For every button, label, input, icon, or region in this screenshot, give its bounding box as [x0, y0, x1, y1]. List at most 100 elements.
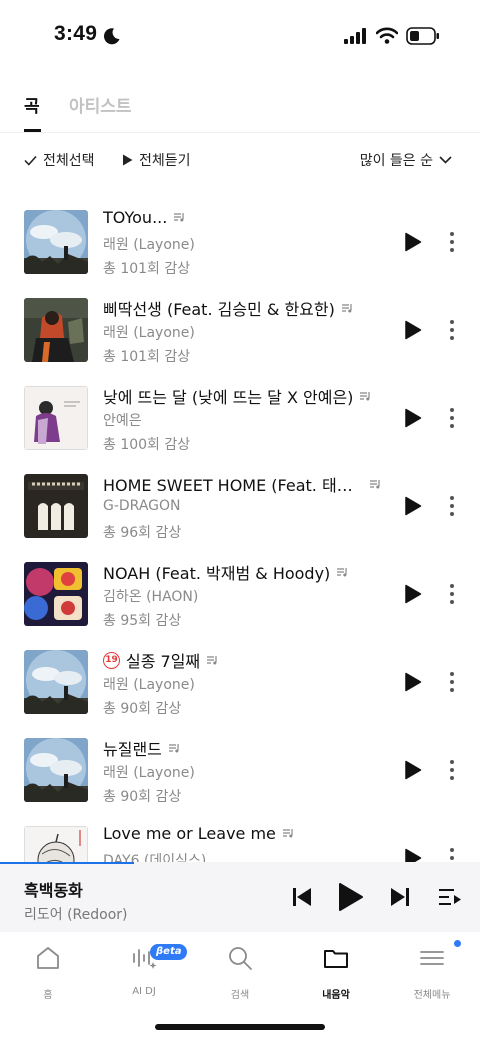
next-track-icon[interactable] — [390, 886, 410, 908]
more-options-icon[interactable] — [444, 230, 460, 254]
checkmark-icon — [24, 155, 37, 166]
album-art-image — [24, 210, 88, 274]
tab-songs[interactable]: 곡 — [24, 92, 40, 117]
song-title-row: 뉴질랜드 — [103, 736, 393, 760]
nav-full-menu[interactable]: 전체메뉴 — [384, 940, 480, 1006]
song-artist: 래원 (Layone) — [103, 325, 195, 341]
home-indicator[interactable] — [155, 1024, 325, 1030]
song-row[interactable]: 삐딱선생 (Feat. 김승민 & 한요한) 래원 (Layone) 총 101… — [0, 286, 480, 374]
song-title: HOME SWEET HOME (Feat. 태… — [103, 476, 353, 495]
song-title: TOYou... — [103, 208, 168, 227]
play-song-icon[interactable] — [404, 672, 422, 692]
list-toolbar: 전체선택 전체듣기 많이 들은 순 — [0, 140, 480, 180]
select-all-button[interactable]: 전체선택 — [24, 150, 95, 170]
status-bar: 3:49 — [0, 0, 480, 72]
song-artist: 래원 (Layone) — [103, 677, 195, 693]
album-art[interactable] — [24, 650, 88, 714]
lyrics-icon[interactable] — [168, 743, 180, 754]
mini-player[interactable]: 흑백동화 리도어 (Redoor) — [0, 862, 480, 932]
menu-icon — [420, 951, 444, 965]
sort-label: 많이 들은 순 — [359, 153, 433, 169]
play-song-icon[interactable] — [404, 848, 422, 862]
song-title: 삐딱선생 (Feat. 김승민 & 한요한) — [103, 300, 335, 319]
song-artist: 안예은 — [103, 413, 142, 429]
lyrics-icon[interactable] — [336, 567, 348, 578]
play-icon — [123, 154, 133, 166]
tab-artists[interactable]: 아티스트 — [69, 92, 132, 117]
more-options-icon[interactable] — [444, 318, 460, 342]
nav-home[interactable]: 홈 — [0, 940, 96, 1006]
select-all-label: 전체선택 — [43, 153, 95, 169]
previous-track-icon[interactable] — [292, 886, 312, 908]
play-song-icon[interactable] — [404, 408, 422, 428]
song-row[interactable]: 19 실종 7일째 래원 (Layone) 총 90회 감상 — [0, 638, 480, 726]
playlist-queue-icon[interactable] — [438, 887, 462, 907]
more-options-icon[interactable] — [444, 494, 460, 518]
nav-my-music[interactable]: 내음악 — [288, 940, 384, 1006]
album-art[interactable] — [24, 210, 88, 274]
play-icon[interactable] — [338, 882, 364, 912]
wifi-icon — [376, 27, 398, 44]
nav-label: 전체메뉴 — [413, 990, 451, 1001]
folder-icon — [324, 950, 348, 968]
now-playing-artist: 리도어 (Redoor) — [24, 907, 128, 923]
album-art[interactable] — [24, 474, 88, 538]
more-options-icon[interactable] — [444, 582, 460, 606]
album-art-image — [24, 386, 88, 450]
nav-label: 내음악 — [322, 990, 350, 1001]
play-all-button[interactable]: 전체듣기 — [122, 150, 191, 170]
album-art[interactable] — [24, 298, 88, 362]
lyrics-icon[interactable] — [359, 391, 371, 402]
lyrics-icon[interactable] — [369, 479, 381, 490]
song-row[interactable]: NOAH (Feat. 박재범 & Hoody) 김하온 (HAON) 총 95… — [0, 550, 480, 638]
bottom-navigation: 홈 βeta AI DJ 검색 내음악 전체메뉴 — [0, 932, 480, 1041]
more-options-icon[interactable] — [444, 846, 460, 862]
play-song-icon[interactable] — [404, 320, 422, 340]
album-art-image — [24, 474, 88, 538]
more-options-icon[interactable] — [444, 406, 460, 430]
song-row[interactable]: Love me or Leave me DAY6 (데이식스) — [0, 814, 480, 862]
song-row[interactable]: 뉴질랜드 래원 (Layone) 총 90회 감상 — [0, 726, 480, 814]
album-art[interactable] — [24, 738, 88, 802]
song-title: NOAH (Feat. 박재범 & Hoody) — [103, 564, 331, 583]
album-art[interactable] — [24, 826, 88, 862]
song-play-count: 총 100회 감상 — [103, 437, 191, 453]
more-options-icon[interactable] — [444, 670, 460, 694]
lyrics-icon[interactable] — [206, 655, 218, 666]
lyrics-icon[interactable] — [282, 828, 294, 839]
song-play-count: 총 90회 감상 — [103, 789, 182, 805]
battery-icon — [406, 27, 439, 45]
chevron-down-icon — [439, 156, 452, 164]
album-art[interactable] — [24, 562, 88, 626]
nav-ai-dj[interactable]: βeta AI DJ — [96, 940, 192, 1006]
album-art-image — [24, 738, 88, 802]
nav-label: AI DJ — [132, 986, 156, 997]
album-art[interactable] — [24, 386, 88, 450]
nav-search[interactable]: 검색 — [192, 940, 288, 1006]
song-artist: 김하온 (HAON) — [103, 589, 199, 605]
lyrics-icon[interactable] — [341, 303, 353, 314]
song-play-count: 총 96회 감상 — [103, 525, 182, 541]
sort-dropdown[interactable]: 많이 들은 순 — [360, 150, 452, 170]
active-tab-indicator — [24, 129, 41, 132]
song-title: 낮에 뜨는 달 (낮에 뜨는 달 X 안예은) — [103, 388, 354, 407]
more-options-icon[interactable] — [444, 758, 460, 782]
song-play-count: 총 101회 감상 — [103, 349, 191, 365]
song-row[interactable]: HOME SWEET HOME (Feat. 태… G-DRAGON 총 96회… — [0, 462, 480, 550]
song-list: TOYou... 래원 (Layone) 총 101회 감상 삐딱선생 (Fea… — [0, 198, 480, 862]
play-song-icon[interactable] — [404, 496, 422, 516]
playback-progress-bar[interactable] — [0, 862, 135, 864]
song-title-row: TOYou... — [103, 208, 393, 227]
play-song-icon[interactable] — [404, 584, 422, 604]
song-title-row: 19 실종 7일째 — [103, 648, 393, 672]
tab-bar: 곡 아티스트 — [0, 80, 480, 133]
song-title: 뉴질랜드 — [103, 740, 162, 759]
beta-badge: βeta — [150, 944, 188, 960]
song-row[interactable]: TOYou... 래원 (Layone) 총 101회 감상 — [0, 198, 480, 286]
play-song-icon[interactable] — [404, 232, 422, 252]
age-restriction-badge: 19 — [103, 651, 120, 669]
song-title-row: 삐딱선생 (Feat. 김승민 & 한요한) — [103, 296, 393, 320]
play-song-icon[interactable] — [404, 760, 422, 780]
lyrics-icon[interactable] — [173, 212, 185, 223]
song-row[interactable]: 낮에 뜨는 달 (낮에 뜨는 달 X 안예은) 안예은 총 100회 감상 — [0, 374, 480, 462]
